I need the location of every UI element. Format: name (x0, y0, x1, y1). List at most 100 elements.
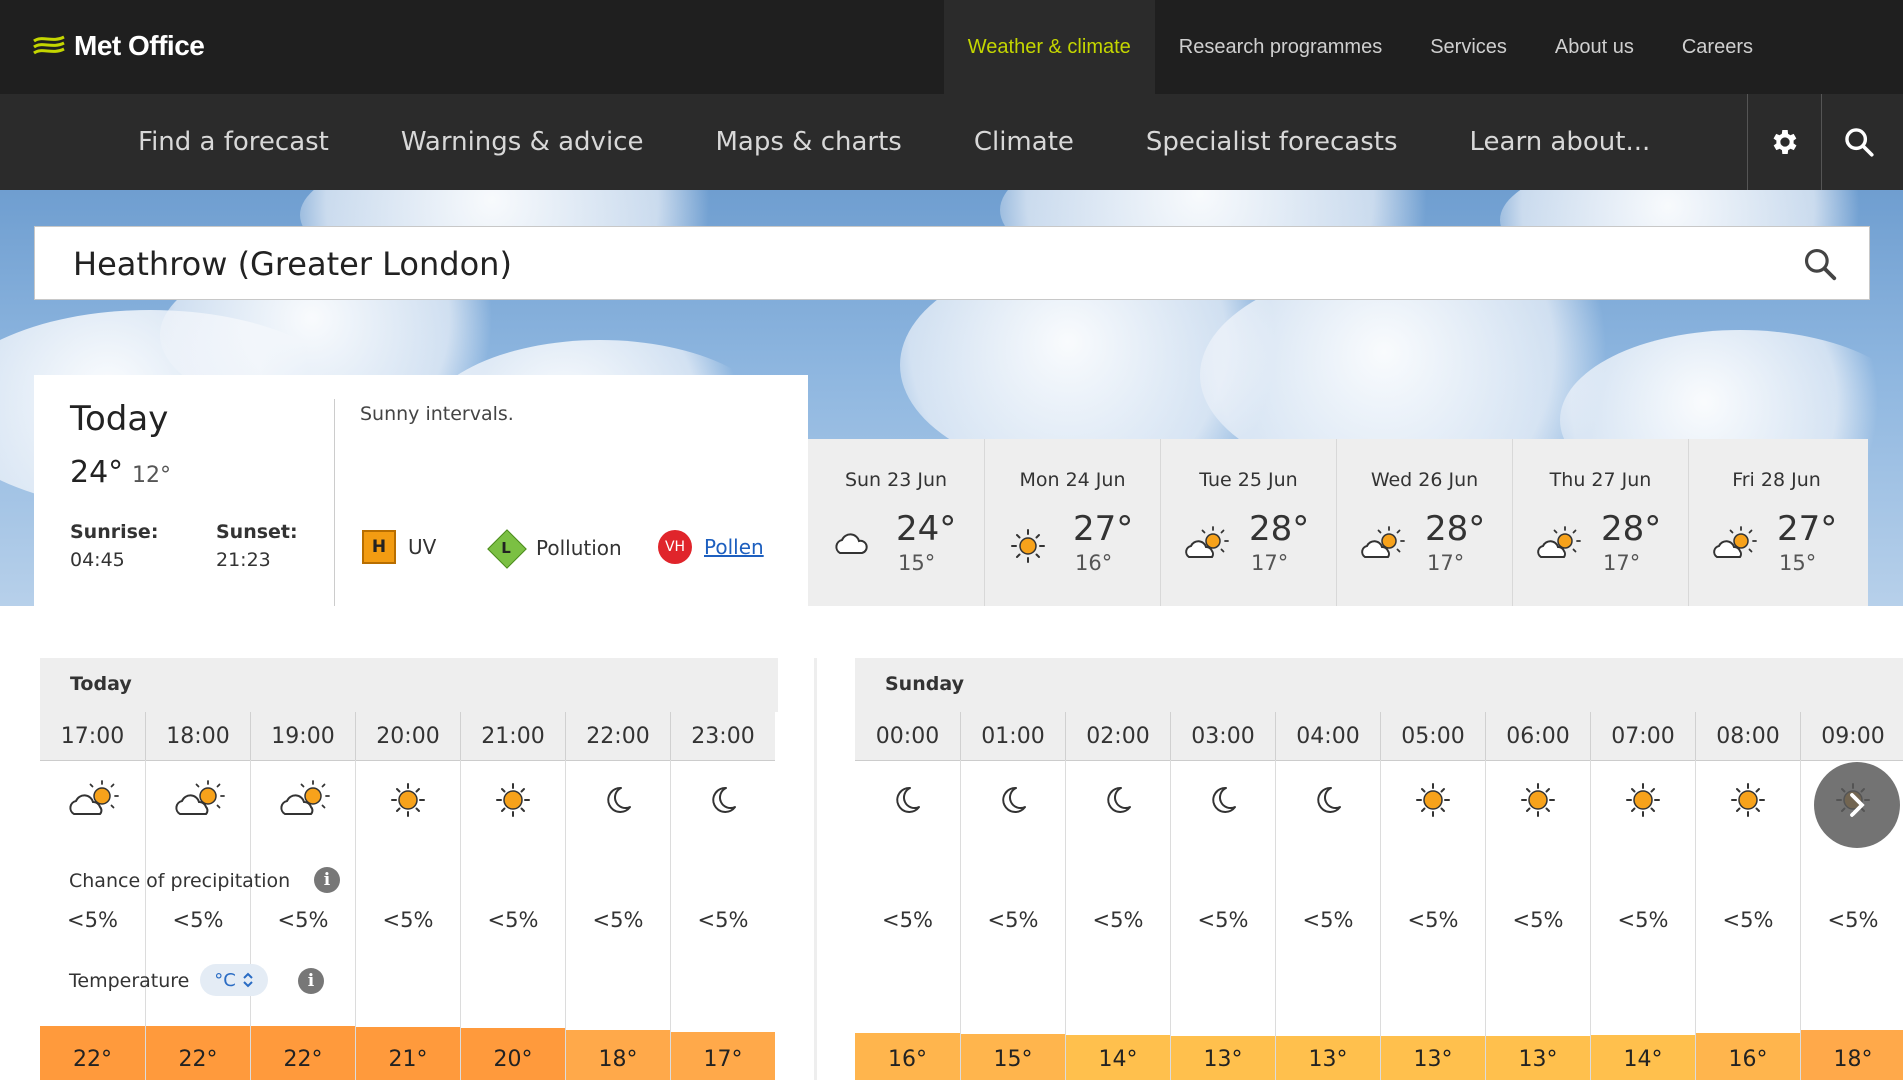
top-nav-about[interactable]: About us (1531, 0, 1658, 94)
temperature-value: 13° (1308, 1047, 1348, 1072)
day-high: 27° (1073, 509, 1134, 549)
nav-warnings[interactable]: Warnings & advice (401, 94, 644, 190)
temperature-unit-toggle[interactable]: °C (200, 964, 268, 996)
precip-value: <5% (1722, 908, 1774, 932)
precip-value: <5% (172, 908, 224, 932)
day-name: Thu 27 Jun (1549, 469, 1652, 491)
top-nav: Weather & climate Research programmes Se… (943, 0, 1903, 94)
today-weather-summary: Sunny intervals. (360, 403, 514, 425)
precip-value: <5% (1617, 908, 1669, 932)
pollution-indicator[interactable]: L Pollution (487, 529, 622, 569)
temperature-value: 13° (1518, 1047, 1558, 1072)
settings-button[interactable] (1747, 94, 1822, 190)
today-title: Today (70, 399, 169, 439)
hour-column: <5% 14° (1590, 760, 1695, 1080)
hourly-next-button[interactable] (1814, 762, 1900, 848)
sunny-intervals-icon (1181, 521, 1233, 571)
hour-time: 22:00 (565, 712, 670, 760)
precip-value: <5% (1302, 908, 1354, 932)
hour-column: <5% 16° (1695, 760, 1800, 1080)
precip-value: <5% (1827, 908, 1879, 932)
today-summary-card: Today 24° 12° Sunrise: 04:45 Sunset: 21:… (34, 375, 808, 606)
location-search-button[interactable] (1801, 245, 1839, 287)
cloud-icon (828, 521, 874, 571)
day-tab[interactable]: Thu 27 Jun 28° 17° (1512, 439, 1688, 606)
top-nav-careers[interactable]: Careers (1658, 0, 1903, 94)
uv-indicator[interactable]: H UV (362, 530, 436, 564)
nav-maps-charts[interactable]: Maps & charts (715, 94, 901, 190)
pollen-badge: VH (658, 530, 692, 564)
top-nav-services[interactable]: Services (1406, 0, 1531, 94)
main-nav-bar: Find a forecast Warnings & advice Maps &… (0, 94, 1903, 190)
precip-value: <5% (1512, 908, 1564, 932)
sun-icon (485, 772, 541, 832)
sort-arrows-icon (243, 972, 253, 988)
hour-time: 06:00 (1485, 712, 1590, 760)
day-tab[interactable]: Mon 24 Jun 27° 16° (984, 439, 1160, 606)
today-high-temp: 24° (70, 455, 124, 490)
nav-search-button[interactable] (1821, 94, 1896, 190)
hour-time: 08:00 (1695, 712, 1800, 760)
hour-time: 03:00 (1170, 712, 1275, 760)
temperature-bar: 13° (1171, 1036, 1275, 1080)
hour-column: <5% 13° (1380, 760, 1485, 1080)
pollen-link[interactable]: Pollen (704, 535, 764, 559)
hourly-today-header: Today (40, 658, 778, 712)
temperature-bar: 18° (1801, 1030, 1903, 1080)
hourly-sunday-panel: Sunday 00:00 01:00 02:00 03:00 04:00 05:00 06:… (855, 658, 1903, 1080)
hour-column: <5% 22° (40, 760, 145, 1080)
sunny-intervals-icon (1709, 521, 1761, 571)
top-nav-research[interactable]: Research programmes (1155, 0, 1406, 94)
day-low: 15° (898, 551, 936, 575)
temperature-value: 17° (703, 1047, 743, 1072)
brand-name: Met Office (74, 30, 205, 61)
temperature-value: 14° (1623, 1047, 1663, 1072)
day-tab[interactable]: Fri 28 Jun 27° 15° (1688, 439, 1864, 606)
hour-column: <5% 15° (960, 760, 1065, 1080)
temperature-value: 16° (1728, 1047, 1768, 1072)
met-office-logo[interactable]: Met Office (32, 28, 205, 64)
main-nav: Find a forecast Warnings & advice Maps &… (138, 94, 1650, 190)
day-high: 24° (896, 509, 957, 549)
hour-time: 04:00 (1275, 712, 1380, 760)
temperature-bar: 14° (1066, 1035, 1170, 1080)
day-tab[interactable]: Tue 25 Jun 28° 17° (1160, 439, 1336, 606)
temperature-value: 20° (493, 1047, 533, 1072)
day-tab[interactable]: Wed 26 Jun 28° 17° (1336, 439, 1512, 606)
nav-specialist[interactable]: Specialist forecasts (1146, 94, 1398, 190)
location-search-input[interactable] (71, 239, 1775, 289)
top-nav-weather-climate[interactable]: Weather & climate (943, 0, 1155, 94)
today-low-temp: 12° (132, 463, 171, 488)
temperature-value: 22° (73, 1047, 112, 1072)
temperature-value: 13° (1413, 1047, 1453, 1072)
hour-column: <5% 13° (1170, 760, 1275, 1080)
temperature-bar: 18° (566, 1030, 670, 1080)
temperature-bar: 22° (146, 1025, 250, 1080)
hour-column: <5% 13° (1485, 760, 1590, 1080)
logo-icon (33, 35, 65, 55)
moon-icon (590, 772, 646, 832)
sun-icon (1510, 772, 1566, 832)
sun-icon (1720, 772, 1776, 832)
sun-icon (380, 772, 436, 832)
temperature-bar: 17° (671, 1031, 775, 1080)
nav-learn-about[interactable]: Learn about... (1470, 94, 1651, 190)
search-icon (1804, 248, 1837, 281)
day-name: Fri 28 Jun (1732, 469, 1821, 491)
temperature-value: 22° (178, 1047, 218, 1072)
hour-time: 09:00 (1800, 712, 1903, 760)
precip-value: <5% (1197, 908, 1249, 932)
moon-icon (695, 772, 751, 832)
temperature-info-icon[interactable]: i (298, 968, 324, 994)
temperature-label: Temperature (69, 970, 190, 992)
hour-time: 17:00 (60, 723, 125, 749)
nav-climate[interactable]: Climate (974, 94, 1074, 190)
nav-find-forecast[interactable]: Find a forecast (138, 94, 329, 190)
temperature-value: 21° (388, 1047, 428, 1072)
precip-info-icon[interactable]: i (314, 867, 340, 893)
hour-column: <5% 22° (145, 760, 250, 1080)
hourly-sunday-header: Sunday (855, 658, 1903, 712)
pollen-indicator[interactable]: VH Pollen (658, 530, 764, 564)
day-low: 17° (1251, 551, 1289, 575)
day-tab[interactable]: Sun 23 Jun 24° 15° (808, 439, 984, 606)
